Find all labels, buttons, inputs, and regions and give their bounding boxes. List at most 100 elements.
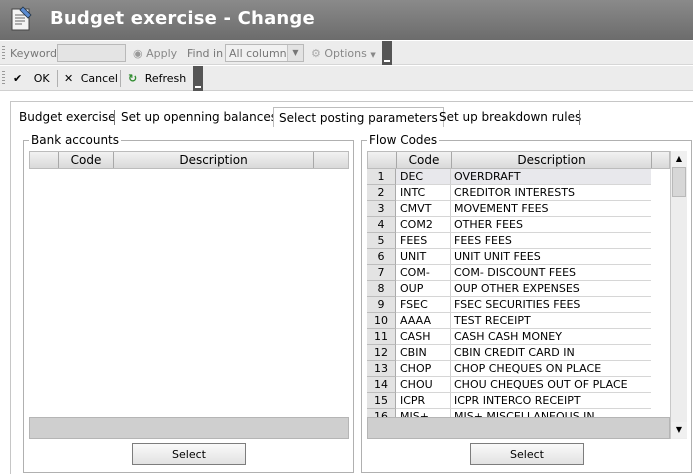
description-cell: OUP OTHER EXPENSES bbox=[451, 281, 651, 297]
description-cell: CREDITOR INTERESTS bbox=[451, 185, 651, 201]
code-cell: CASH bbox=[396, 329, 451, 345]
code-cell: OUP bbox=[396, 281, 451, 297]
cancel-label: Cancel bbox=[80, 72, 118, 85]
table-row[interactable]: 13 CHOP CHOP CHEQUES ON PLACE bbox=[367, 361, 651, 377]
table-row[interactable]: 3 CMVT MOVEMENT FEES bbox=[367, 201, 651, 217]
bank-accounts-grid[interactable] bbox=[29, 169, 349, 417]
binoculars-icon: ◉ bbox=[133, 47, 143, 60]
table-row[interactable]: 15 ICPR ICPR INTERCO RECEIPT bbox=[367, 393, 651, 409]
options-label: Options bbox=[324, 47, 367, 60]
row-number: 3 bbox=[367, 201, 396, 217]
description-cell: FSEC SECURITIES FEES bbox=[451, 297, 651, 313]
table-row[interactable]: 9 FSEC FSEC SECURITIES FEES bbox=[367, 297, 651, 313]
code-cell: CMVT bbox=[396, 201, 451, 217]
flow-codes-group: Flow Codes Code Description 1 DEC OVERDR… bbox=[361, 133, 692, 473]
code-cell: INTC bbox=[396, 185, 451, 201]
bank-accounts-select-button[interactable]: Select bbox=[132, 443, 246, 465]
row-number: 11 bbox=[367, 329, 396, 345]
apply-button[interactable]: ◉ Apply bbox=[133, 43, 177, 63]
scroll-up-icon[interactable]: ▲ bbox=[671, 151, 687, 167]
tab-budget-exercise[interactable]: Budget exercise bbox=[14, 107, 121, 127]
keyword-input[interactable] bbox=[57, 44, 126, 62]
tab-posting-parameters[interactable]: Select posting parameters bbox=[273, 107, 444, 127]
description-cell: MOVEMENT FEES bbox=[451, 201, 651, 217]
description-cell: FEES FEES bbox=[451, 233, 651, 249]
table-row[interactable]: 16 MIS+ MIS+ MISCELLANEOUS IN bbox=[367, 409, 651, 417]
table-row[interactable]: 8 OUP OUP OTHER EXPENSES bbox=[367, 281, 651, 297]
scroll-down-icon[interactable]: ▼ bbox=[671, 422, 687, 438]
scrollbar-thumb[interactable] bbox=[672, 167, 686, 197]
table-row[interactable]: 12 CBIN CBIN CREDIT CARD IN bbox=[367, 345, 651, 361]
bank-accounts-group: Bank accounts Code Description Select bbox=[23, 133, 354, 473]
toolbar-overflow-button[interactable] bbox=[193, 66, 203, 91]
table-row[interactable]: 7 COM- COM- DISCOUNT FEES bbox=[367, 265, 651, 281]
description-cell: CHOP CHEQUES ON PLACE bbox=[451, 361, 651, 377]
flow-codes-scrollbar[interactable]: ▲ ▼ bbox=[670, 151, 687, 439]
close-icon: ✕ bbox=[64, 72, 74, 85]
find-in-select[interactable]: All columns ▼ bbox=[225, 44, 304, 62]
row-number: 2 bbox=[367, 185, 396, 201]
table-row[interactable]: 5 FEES FEES FEES bbox=[367, 233, 651, 249]
description-cell: OVERDRAFT bbox=[451, 169, 651, 185]
code-cell: MIS+ bbox=[396, 409, 451, 417]
code-cell: DEC bbox=[396, 169, 451, 185]
description-cell: TEST RECEIPT bbox=[451, 313, 651, 329]
toolbar-grip[interactable] bbox=[2, 71, 5, 85]
row-number: 13 bbox=[367, 361, 396, 377]
refresh-icon: ↻ bbox=[128, 72, 138, 85]
chevron-down-icon: ▼ bbox=[287, 45, 303, 61]
toolbar-grip[interactable] bbox=[2, 46, 5, 60]
code-cell: CHOP bbox=[396, 361, 451, 377]
description-cell: CBIN CREDIT CARD IN bbox=[451, 345, 651, 361]
action-toolbar: ✔ OK ✕ Cancel ↻ Refresh bbox=[0, 66, 693, 91]
column-header-code[interactable]: Code bbox=[59, 152, 114, 168]
table-row[interactable]: 1 DEC OVERDRAFT bbox=[367, 169, 651, 185]
bank-accounts-title: Bank accounts bbox=[29, 133, 122, 147]
row-number: 9 bbox=[367, 297, 396, 313]
tab-separator bbox=[114, 110, 115, 125]
code-cell: CHOU bbox=[396, 377, 451, 393]
tab-opening-balances[interactable]: Set up openning balances bbox=[116, 107, 282, 127]
row-header-cell bbox=[30, 152, 59, 168]
table-row[interactable]: 14 CHOU CHOU CHEQUES OUT OF PLACE bbox=[367, 377, 651, 393]
description-cell: OTHER FEES bbox=[451, 217, 651, 233]
options-button[interactable]: ⚙ Options ▼ bbox=[311, 43, 376, 63]
row-number: 5 bbox=[367, 233, 396, 249]
code-cell: ICPR bbox=[396, 393, 451, 409]
row-number: 10 bbox=[367, 313, 396, 329]
ok-button[interactable]: ✔ OK bbox=[13, 69, 50, 89]
toolbar-overflow-button[interactable] bbox=[382, 41, 392, 65]
toolbar-separator bbox=[120, 70, 121, 87]
bank-accounts-grid-footer bbox=[29, 417, 349, 439]
code-cell: COM- bbox=[396, 265, 451, 281]
table-row[interactable]: 10 AAAA TEST RECEIPT bbox=[367, 313, 651, 329]
description-cell: CASH CASH MONEY bbox=[451, 329, 651, 345]
table-row[interactable]: 2 INTC CREDITOR INTERESTS bbox=[367, 185, 651, 201]
cancel-button[interactable]: ✕ Cancel bbox=[64, 69, 118, 89]
row-number: 14 bbox=[367, 377, 396, 393]
description-cell: UNIT UNIT FEES bbox=[451, 249, 651, 265]
refresh-button[interactable]: ↻ Refresh bbox=[128, 69, 186, 89]
code-cell: CBIN bbox=[396, 345, 451, 361]
refresh-label: Refresh bbox=[144, 72, 187, 85]
chevron-down-icon: ▼ bbox=[370, 51, 376, 59]
table-row[interactable]: 4 COM2 OTHER FEES bbox=[367, 217, 651, 233]
row-number: 6 bbox=[367, 249, 396, 265]
description-cell: ICPR INTERCO RECEIPT bbox=[451, 393, 651, 409]
row-number: 1 bbox=[367, 169, 396, 185]
ok-label: OK bbox=[33, 72, 50, 85]
flow-codes-grid[interactable]: 1 DEC OVERDRAFT 2 INTC CREDITOR INTEREST… bbox=[367, 169, 670, 417]
column-header-code[interactable]: Code bbox=[397, 152, 452, 168]
gear-icon: ⚙ bbox=[311, 47, 321, 60]
code-cell: COM2 bbox=[396, 217, 451, 233]
tab-breakdown-rules[interactable]: Set up breakdown rules bbox=[434, 107, 586, 127]
apply-label: Apply bbox=[146, 47, 178, 60]
flow-codes-grid-footer bbox=[367, 417, 670, 439]
table-row[interactable]: 6 UNIT UNIT UNIT FEES bbox=[367, 249, 651, 265]
table-row[interactable]: 11 CASH CASH CASH MONEY bbox=[367, 329, 651, 345]
tab-separator bbox=[579, 110, 580, 125]
flow-codes-select-button[interactable]: Select bbox=[470, 443, 584, 465]
column-header-description[interactable]: Description bbox=[452, 152, 652, 168]
description-cell: COM- DISCOUNT FEES bbox=[451, 265, 651, 281]
column-header-description[interactable]: Description bbox=[114, 152, 314, 168]
